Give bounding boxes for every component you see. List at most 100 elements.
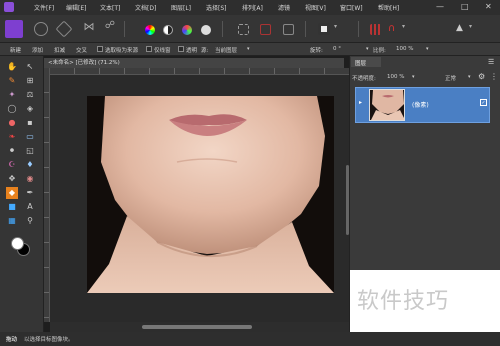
- invert-selection-icon[interactable]: [283, 24, 294, 35]
- inpainting-tool-icon[interactable]: ◆: [6, 187, 18, 199]
- menu-help[interactable]: 帮助[H]: [378, 3, 399, 12]
- color-wheel-icon[interactable]: [145, 25, 155, 35]
- photo-image: [87, 96, 334, 293]
- transparent-checkbox[interactable]: [178, 46, 184, 52]
- tools-panel: ✋ ↖ ✎ ⊞ ✦ ⚖ ◯ ◈ ● ▪ ❧ ▭ ⚫ ◱ ☪ ♦ ✥ ◉ ◆ ✒ …: [0, 56, 44, 332]
- ratio-label: 比例:: [373, 48, 386, 54]
- photo-canvas[interactable]: [87, 96, 334, 293]
- more-options-icon[interactable]: ⋮: [490, 72, 498, 81]
- white-balance-icon[interactable]: [201, 25, 211, 35]
- assistant-icon[interactable]: ▲: [456, 23, 466, 41]
- source-select[interactable]: 当前图层: [215, 46, 237, 54]
- minimize-icon[interactable]: —: [436, 2, 444, 11]
- current-only-checkbox[interactable]: [146, 46, 152, 52]
- intersect-mode-button[interactable]: 交叉: [76, 46, 87, 54]
- grid-icon[interactable]: [370, 24, 381, 35]
- blend-mode-dropdown-icon[interactable]: ▾: [468, 74, 471, 80]
- ratio-input[interactable]: 100 %: [396, 46, 413, 52]
- menu-edit[interactable]: 编辑[E]: [66, 3, 86, 12]
- rotate-dropdown-icon[interactable]: ▾: [366, 46, 369, 52]
- ratio-dropdown-icon[interactable]: ▾: [426, 46, 429, 52]
- subtract-mode-button[interactable]: 扣减: [54, 46, 65, 54]
- close-icon[interactable]: ✕: [485, 2, 492, 11]
- status-bar: 拖动 以选择目标图像块。: [0, 332, 500, 346]
- move-tool-icon[interactable]: ↖: [24, 61, 36, 73]
- layer-row[interactable]: ▸ (像素) ✓: [355, 87, 490, 123]
- blend-mode-select[interactable]: 正常: [445, 74, 456, 82]
- source-label: 源:: [201, 48, 209, 54]
- status-text: 以选择目标图像块。: [24, 337, 74, 343]
- text-tool-icon[interactable]: A: [24, 201, 36, 213]
- healing-tool-icon[interactable]: ✥: [6, 173, 18, 185]
- menu-text[interactable]: 文本[T]: [100, 3, 120, 12]
- contrast-icon[interactable]: [163, 25, 173, 35]
- selection-brush-tool-icon[interactable]: ✦: [6, 89, 18, 101]
- menu-window[interactable]: 窗口[W]: [340, 3, 363, 12]
- primary-color-swatch[interactable]: [11, 237, 24, 250]
- menu-bar: 文件[F] 编辑[E] 文本[T] 文档[D] 图层[L] 选择[S] 排列[A…: [0, 0, 500, 15]
- opacity-dropdown-icon[interactable]: ▾: [412, 74, 415, 80]
- red-eye-tool-icon[interactable]: ◉: [24, 173, 36, 185]
- assistant-dropdown-icon[interactable]: ▾: [469, 23, 475, 41]
- deselect-icon[interactable]: [260, 24, 271, 35]
- rotate-label: 旋转:: [310, 48, 323, 54]
- layers-tab-label: 图层: [355, 61, 367, 67]
- color-replace-tool-icon[interactable]: ❧: [6, 131, 18, 143]
- current-only-label: 仅线窗: [154, 48, 171, 54]
- document-tab-title: <未命名> [已修改] (71.2%): [48, 60, 120, 66]
- selection-mode-icon[interactable]: [238, 24, 249, 35]
- mesh-warp-tool-icon[interactable]: ▦: [6, 215, 18, 227]
- snap-source-checkbox[interactable]: [97, 46, 103, 52]
- quick-mask-icon[interactable]: [318, 23, 330, 35]
- maximize-icon[interactable]: □: [461, 2, 469, 11]
- develop-persona-icon[interactable]: [55, 20, 73, 38]
- layer-expand-icon[interactable]: ▸: [359, 99, 362, 106]
- new-mode-button[interactable]: 新建: [10, 46, 21, 54]
- freehand-select-tool-icon[interactable]: ◈: [24, 103, 36, 115]
- dodge-tool-icon[interactable]: ⚫: [6, 145, 18, 157]
- erase-tool-icon[interactable]: ▭: [24, 131, 36, 143]
- horizontal-scrollbar[interactable]: [50, 322, 349, 332]
- menu-layer[interactable]: 图层[L]: [171, 3, 191, 12]
- share-icon[interactable]: ☍: [101, 20, 119, 38]
- menu-view[interactable]: 视图[V]: [305, 3, 326, 12]
- menu-document[interactable]: 文档[D]: [135, 3, 156, 12]
- paint-brush-tool-icon[interactable]: ●: [6, 117, 18, 129]
- menu-filters[interactable]: 滤镜: [278, 3, 290, 12]
- flood-select-tool-icon[interactable]: ⚖: [24, 89, 36, 101]
- menu-select[interactable]: 选择[S]: [206, 3, 227, 12]
- snapping-dropdown-icon[interactable]: ▾: [402, 23, 408, 41]
- rectangle-tool-icon[interactable]: ■: [6, 201, 18, 213]
- fill-tool-icon[interactable]: ◱: [24, 145, 36, 157]
- layer-visibility-checkbox[interactable]: ✓: [480, 99, 487, 106]
- hsl-icon[interactable]: [182, 25, 192, 35]
- main-toolbar: ⋈ ☍ ▾ ∩ ▾ ▲ ▾: [0, 15, 500, 43]
- view-tool-icon[interactable]: ✋: [6, 61, 18, 73]
- app-logo-icon: [4, 2, 14, 12]
- add-mode-button[interactable]: 添加: [32, 46, 43, 54]
- quick-mask-dropdown-icon[interactable]: ▾: [334, 23, 340, 41]
- watermark-text: 软件技巧: [357, 289, 450, 314]
- zoom-tool-icon[interactable]: ⚲: [24, 215, 36, 227]
- source-dropdown-icon[interactable]: ▾: [247, 46, 250, 52]
- marquee-tool-icon[interactable]: ◯: [6, 103, 18, 115]
- pixel-tool-icon[interactable]: ▪: [24, 117, 36, 129]
- color-picker-tool-icon[interactable]: ✎: [6, 75, 18, 87]
- panel-menu-icon[interactable]: ☰: [488, 58, 494, 66]
- menu-arrange[interactable]: 排列[A]: [242, 3, 263, 12]
- snap-source-label: 选取吸为来源: [105, 48, 139, 54]
- blur-tool-icon[interactable]: ♦: [24, 159, 36, 171]
- tone-mapping-persona-icon[interactable]: ⋈: [80, 20, 98, 38]
- horizontal-scroll-thumb[interactable]: [142, 325, 252, 329]
- liquify-persona-icon[interactable]: [34, 22, 48, 36]
- photo-persona-icon[interactable]: [5, 20, 23, 38]
- document-tab[interactable]: <未命名> [已修改] (71.2%): [44, 58, 344, 68]
- settings-gear-icon[interactable]: ⚙: [478, 72, 485, 81]
- menu-file[interactable]: 文件[F]: [34, 3, 54, 12]
- layer-options-row: 不透明度: 100 % ▾ 正常 ▾ ⚙ ⋮: [352, 72, 498, 82]
- opacity-input[interactable]: 100 %: [387, 74, 404, 80]
- clone-tool-icon[interactable]: ☪: [6, 159, 18, 171]
- rotate-input[interactable]: 0 °: [333, 46, 341, 52]
- pen-tool-icon[interactable]: ✒: [24, 187, 36, 199]
- crop-tool-icon[interactable]: ⊞: [24, 75, 36, 87]
